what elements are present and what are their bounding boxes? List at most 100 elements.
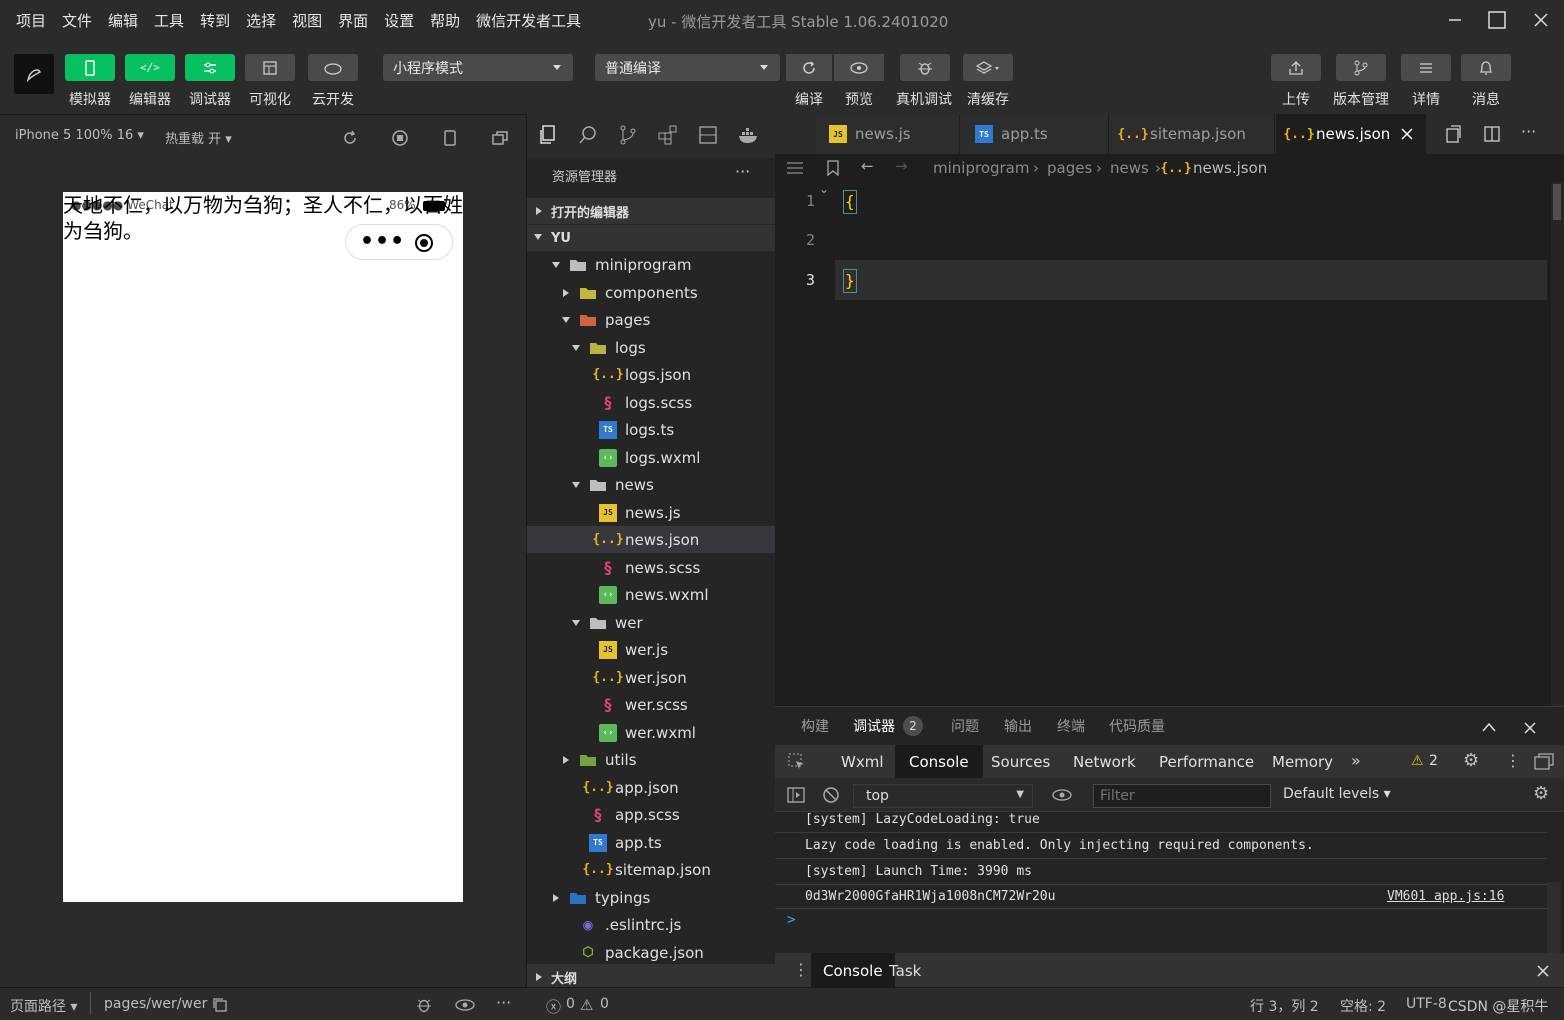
more-tabs-icon[interactable]: »: [1351, 751, 1361, 770]
cursor-position[interactable]: 行 3，列 2: [1250, 996, 1319, 1016]
compile-mode-select[interactable]: 普通编译: [595, 54, 780, 81]
open-preview-icon[interactable]: [1443, 124, 1463, 144]
avatar[interactable]: [14, 54, 54, 94]
menu-view[interactable]: 视图: [292, 10, 322, 31]
reload-icon[interactable]: [340, 128, 360, 148]
clear-cache-button[interactable]: [963, 54, 1013, 81]
tab-app-ts[interactable]: TS app.ts: [961, 114, 1109, 154]
more-dots-icon[interactable]: •••: [360, 229, 405, 254]
copy-icon[interactable]: [212, 997, 228, 1013]
minimize-button[interactable]: [1440, 6, 1470, 34]
device-debug-button[interactable]: [900, 54, 950, 81]
indentation[interactable]: 空格: 2: [1340, 996, 1386, 1016]
kebab-icon[interactable]: ⋮: [1505, 751, 1521, 770]
tree-file[interactable]: § news.scss: [527, 554, 776, 581]
close-capsule-icon[interactable]: [414, 233, 434, 253]
devtools-tab-performance[interactable]: Performance: [1145, 745, 1268, 778]
tree-file[interactable]: JS wer.js: [527, 636, 776, 663]
tree-file[interactable]: ‹› news.wxml: [527, 581, 776, 608]
list-icon[interactable]: [785, 160, 805, 176]
menu-wechat-devtools[interactable]: 微信开发者工具: [476, 10, 581, 31]
menu-tools[interactable]: 工具: [154, 10, 184, 31]
tab-output[interactable]: 输出: [1004, 707, 1032, 745]
console-settings-icon[interactable]: ⚙: [1533, 783, 1549, 804]
compile-button[interactable]: [786, 54, 832, 81]
drawer-tab-task[interactable]: Task: [889, 953, 921, 988]
tab-problems[interactable]: 问题: [951, 707, 979, 745]
tab-sitemap-json[interactable]: {..} sitemap.json: [1110, 114, 1275, 154]
tree-file[interactable]: ◉ .eslintrc.js: [527, 911, 776, 938]
breadcrumb-item[interactable]: news.json: [1193, 159, 1267, 177]
tree-file[interactable]: ‹› wer.wxml: [527, 719, 776, 746]
tab-build[interactable]: 构建: [801, 707, 829, 745]
forward-arrow-icon[interactable]: →: [895, 157, 908, 175]
tree-folder[interactable]: utils: [527, 746, 776, 773]
tab-news-js[interactable]: JS news.js: [815, 114, 960, 154]
breadcrumb-item[interactable]: pages: [1047, 159, 1092, 177]
chevron-up-icon[interactable]: [1481, 721, 1497, 733]
clear-console-icon[interactable]: [822, 786, 840, 804]
tree-file[interactable]: {..} news.json: [527, 526, 776, 553]
tree-folder[interactable]: typings: [527, 884, 776, 911]
tree-file[interactable]: § wer.scss: [527, 691, 776, 718]
inspect-icon[interactable]: [787, 752, 807, 772]
tree-file[interactable]: § app.scss: [527, 801, 776, 828]
warning-count[interactable]: 0: [600, 996, 609, 1012]
back-arrow-icon[interactable]: ←: [861, 157, 874, 175]
editor-button[interactable]: </>: [125, 54, 175, 81]
fold-chevron-icon[interactable]: ⌄: [819, 182, 829, 196]
tree-file[interactable]: TS app.ts: [527, 829, 776, 856]
simulator-button[interactable]: [65, 54, 115, 81]
tree-folder[interactable]: pages: [527, 306, 776, 333]
visual-button[interactable]: [245, 54, 295, 81]
open-editors-section[interactable]: 打开的编辑器: [527, 198, 776, 224]
devtools-tab-wxml[interactable]: Wxml: [827, 745, 898, 778]
code-line[interactable]: {: [843, 190, 857, 214]
device-select[interactable]: iPhone 5 100% 16 ▾: [15, 128, 144, 143]
tree-file[interactable]: {..} app.json: [527, 774, 776, 801]
panel-icon[interactable]: [697, 124, 719, 146]
search-icon[interactable]: [577, 124, 599, 146]
debugger-button[interactable]: [185, 54, 235, 81]
tree-folder[interactable]: components: [527, 279, 776, 306]
devtools-tab-network[interactable]: Network: [1059, 745, 1150, 778]
drawer-menu-icon[interactable]: ⋮: [793, 960, 809, 979]
menu-project[interactable]: 项目: [16, 10, 46, 31]
log-source-link[interactable]: VM601 app.js:16: [1387, 889, 1504, 904]
breadcrumb-item[interactable]: miniprogram: [933, 159, 1029, 177]
devtools-tab-memory[interactable]: Memory: [1258, 745, 1347, 778]
close-window-button[interactable]: [1526, 6, 1556, 34]
eye-icon[interactable]: [1051, 787, 1073, 803]
page-path-select[interactable]: 页面路径 ▾: [10, 996, 77, 1016]
extensions-icon[interactable]: [657, 124, 679, 146]
tree-file[interactable]: TS logs.ts: [527, 416, 776, 443]
settings-gear-icon[interactable]: ⚙: [1463, 750, 1479, 771]
code-line[interactable]: }: [843, 269, 857, 293]
sidebar-toggle-icon[interactable]: [786, 786, 806, 804]
files-icon[interactable]: [537, 124, 559, 146]
tree-file[interactable]: {..} wer.json: [527, 664, 776, 691]
tree-file[interactable]: {..} sitemap.json: [527, 856, 776, 883]
close-tab-icon[interactable]: [1401, 128, 1413, 140]
popout-icon[interactable]: [490, 128, 510, 148]
messages-button[interactable]: [1461, 54, 1511, 81]
hot-reload-toggle[interactable]: 热重载 开 ▾: [165, 128, 232, 147]
error-count[interactable]: 0: [566, 996, 575, 1012]
phone-rotate-icon[interactable]: [440, 128, 460, 148]
menu-interface[interactable]: 界面: [338, 10, 368, 31]
tree-folder[interactable]: miniprogram: [527, 251, 776, 278]
tab-terminal[interactable]: 终端: [1057, 707, 1085, 745]
breadcrumb-item[interactable]: news: [1110, 159, 1149, 177]
maximize-button[interactable]: [1482, 6, 1512, 34]
split-editor-icon[interactable]: [1482, 124, 1502, 144]
more-icon[interactable]: ···: [735, 162, 750, 181]
upload-button[interactable]: [1271, 54, 1321, 81]
tree-file[interactable]: § logs.scss: [527, 389, 776, 416]
menu-help[interactable]: 帮助: [430, 10, 460, 31]
tab-debugger[interactable]: 调试器 2: [853, 707, 923, 745]
console-prompt[interactable]: >: [787, 912, 795, 928]
menu-settings[interactable]: 设置: [384, 10, 414, 31]
tree-file[interactable]: ⬡ package.json: [527, 939, 776, 966]
scrollbar-thumb[interactable]: [1553, 184, 1561, 220]
tree-file[interactable]: {..} logs.json: [527, 361, 776, 388]
